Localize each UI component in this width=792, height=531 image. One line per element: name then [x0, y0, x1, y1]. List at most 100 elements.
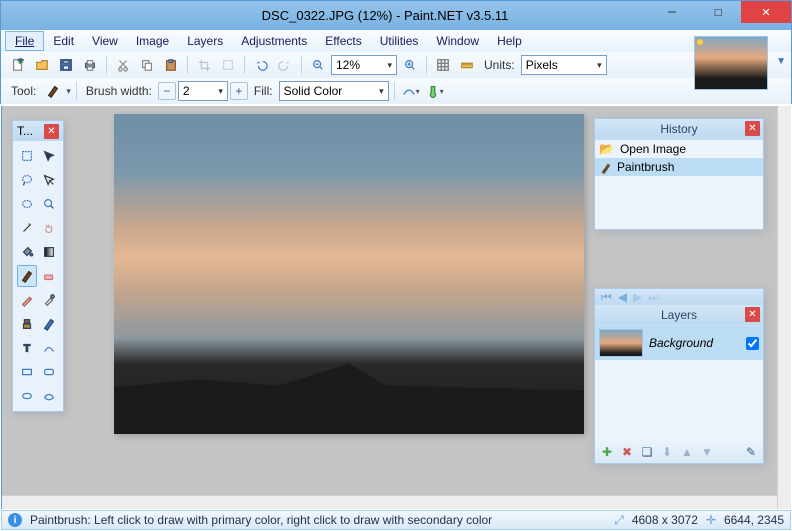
tool-options-toolbar: Tool: ▾ Brush width: − 2▾ + Fill: Solid … — [0, 78, 792, 104]
move-selected-pixels-tool[interactable] — [39, 169, 59, 191]
move-selection-tool[interactable] — [39, 145, 59, 167]
status-bar: i Paintbrush: Left click to draw with pr… — [1, 510, 791, 530]
brushwidth-increase-button[interactable]: + — [230, 82, 248, 100]
menu-layers[interactable]: Layers — [178, 32, 232, 50]
gradient-tool[interactable] — [39, 241, 59, 263]
save-button[interactable] — [55, 54, 77, 76]
add-layer-button[interactable]: ✚ — [599, 444, 615, 460]
close-button[interactable]: ✕ — [741, 1, 791, 23]
menu-effects[interactable]: Effects — [316, 32, 370, 50]
layer-thumbnail — [599, 329, 643, 357]
main-toolbar: + 12%▾ Units: Pixels▾ — [0, 52, 792, 78]
rounded-rectangle-tool[interactable] — [39, 361, 59, 383]
menu-adjustments[interactable]: Adjustments — [232, 32, 316, 50]
resize-grip-icon[interactable]: ⤢ — [614, 513, 624, 528]
fill-combo[interactable]: Solid Color▾ — [279, 81, 389, 101]
text-tool[interactable]: T — [17, 337, 37, 359]
rectangle-shape-tool[interactable] — [17, 361, 37, 383]
ruler-button[interactable] — [456, 54, 478, 76]
history-panel-title[interactable]: History ✕ — [595, 119, 763, 139]
layer-visible-checkbox[interactable] — [746, 337, 759, 350]
deselect-button[interactable] — [217, 54, 239, 76]
menu-bar: File Edit View Image Layers Adjustments … — [0, 30, 792, 52]
menu-file[interactable]: File — [5, 31, 44, 51]
pencil-tool[interactable] — [17, 289, 37, 311]
cursor-position: 6644, 2345 — [724, 513, 784, 527]
copy-button[interactable] — [136, 54, 158, 76]
history-back-icon[interactable]: ◀ — [618, 290, 627, 304]
print-button[interactable] — [79, 54, 101, 76]
ellipse-shape-tool[interactable] — [17, 385, 37, 407]
minimize-button[interactable]: — — [649, 1, 695, 23]
units-combo[interactable]: Pixels▾ — [521, 55, 607, 75]
layer-down-button[interactable]: ▼ — [699, 444, 715, 460]
menu-view[interactable]: View — [83, 32, 127, 50]
crop-button[interactable] — [193, 54, 215, 76]
rectangle-select-tool[interactable] — [17, 145, 37, 167]
menu-window[interactable]: Window — [427, 32, 488, 50]
delete-layer-button[interactable]: ✖ — [619, 444, 635, 460]
new-file-button[interactable]: + — [7, 54, 29, 76]
history-item[interactable]: Paintbrush — [595, 158, 763, 176]
zoom-combo[interactable]: 12%▾ — [331, 55, 397, 75]
paste-button[interactable] — [160, 54, 182, 76]
horizontal-scrollbar[interactable] — [2, 495, 790, 509]
svg-text:T: T — [24, 343, 31, 355]
canvas-image[interactable] — [114, 114, 584, 434]
redo-button[interactable] — [274, 54, 296, 76]
menu-utilities[interactable]: Utilities — [371, 32, 428, 50]
open-file-button[interactable] — [31, 54, 53, 76]
cut-button[interactable] — [112, 54, 134, 76]
current-tool-icon[interactable] — [42, 80, 64, 102]
brushwidth-combo[interactable]: 2▾ — [178, 81, 228, 101]
vertical-scrollbar[interactable] — [777, 106, 791, 509]
preview-collapse-icon[interactable]: ▼ — [776, 56, 786, 67]
paintbrush-tool[interactable] — [17, 265, 37, 287]
menu-help[interactable]: Help — [488, 32, 531, 50]
lasso-select-tool[interactable] — [17, 169, 37, 191]
layers-panel-title[interactable]: Layers ✕ — [595, 305, 763, 325]
tools-window-close-button[interactable]: ✕ — [44, 124, 59, 139]
pan-tool[interactable] — [39, 217, 59, 239]
cursor-icon: ✛ — [706, 513, 716, 527]
zoom-out-button[interactable] — [307, 54, 329, 76]
maximize-button[interactable]: ☐ — [695, 1, 741, 23]
layers-panel: ⏮ ◀ ▶ ⏭ Layers ✕ Background ✚ ✖ ❏ ⬇ ▲ ▼ … — [594, 288, 764, 464]
paint-bucket-tool[interactable] — [17, 241, 37, 263]
grid-button[interactable] — [432, 54, 454, 76]
duplicate-layer-button[interactable]: ❏ — [639, 444, 655, 460]
title-bar: DSC_0322.JPG (12%) - Paint.NET v3.5.11 —… — [0, 0, 792, 30]
freeform-shape-tool[interactable] — [39, 385, 59, 407]
color-picker-tool[interactable] — [39, 289, 59, 311]
merge-layer-button[interactable]: ⬇ — [659, 444, 675, 460]
history-item[interactable]: 📂 Open Image — [595, 140, 763, 158]
history-fwd-icon[interactable]: ▶ — [633, 290, 642, 304]
history-rewind-icon[interactable]: ⏮ — [601, 290, 612, 305]
line-tool[interactable] — [39, 337, 59, 359]
zoom-in-button[interactable] — [399, 54, 421, 76]
layer-properties-button[interactable]: ✎ — [743, 444, 759, 460]
ellipse-select-tool[interactable] — [17, 193, 37, 215]
history-panel-close-button[interactable]: ✕ — [745, 121, 760, 136]
menu-edit[interactable]: Edit — [44, 32, 83, 50]
brushwidth-label: Brush width: — [82, 84, 156, 98]
layer-row[interactable]: Background — [595, 326, 763, 360]
magic-wand-tool[interactable] — [17, 217, 37, 239]
document-preview-thumb[interactable] — [694, 36, 768, 90]
clone-stamp-tool[interactable] — [17, 313, 37, 335]
layer-up-button[interactable]: ▲ — [679, 444, 695, 460]
recolor-tool[interactable] — [39, 313, 59, 335]
eraser-tool[interactable] — [39, 265, 59, 287]
zoom-tool[interactable] — [39, 193, 59, 215]
antialias-button[interactable]: ▾ — [400, 80, 422, 102]
history-ffwd-icon[interactable]: ⏭ — [648, 290, 659, 305]
menu-image[interactable]: Image — [127, 32, 178, 50]
brush-icon — [599, 161, 611, 173]
folder-icon: 📂 — [599, 142, 614, 156]
tools-window-title[interactable]: T... ✕ — [13, 121, 63, 141]
layers-toolbar: ✚ ✖ ❏ ⬇ ▲ ▼ ✎ — [595, 441, 763, 463]
brushwidth-decrease-button[interactable]: − — [158, 82, 176, 100]
undo-button[interactable] — [250, 54, 272, 76]
layers-panel-close-button[interactable]: ✕ — [745, 307, 760, 322]
blend-mode-button[interactable]: ▾ — [424, 80, 446, 102]
